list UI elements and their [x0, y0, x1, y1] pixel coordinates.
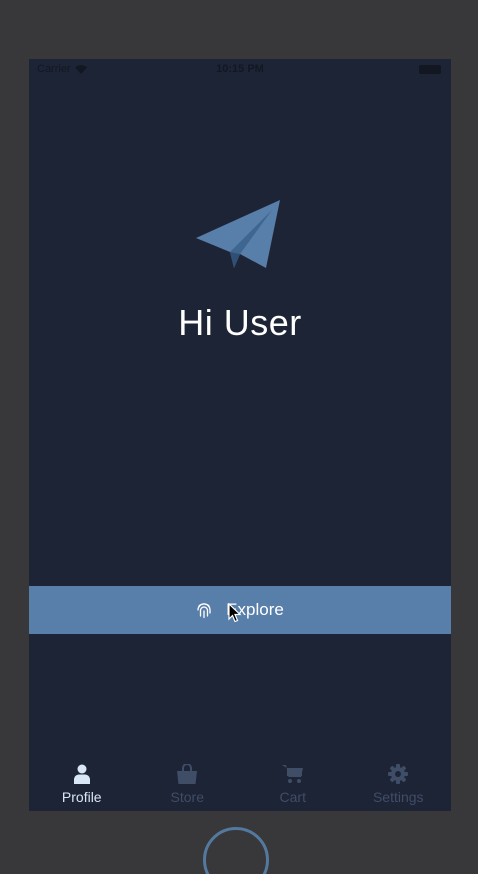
tab-label: Cart	[279, 789, 306, 805]
home-button[interactable]	[203, 827, 269, 874]
person-icon	[73, 764, 90, 784]
paper-plane-icon	[196, 200, 280, 268]
tab-profile[interactable]: Profile	[29, 756, 135, 811]
tab-cart[interactable]: Cart	[240, 756, 346, 811]
battery-icon	[419, 65, 441, 74]
app-screen: Carrier 10:15 PM Hi User Explore Profile…	[29, 59, 451, 811]
gear-icon	[388, 764, 409, 784]
tab-settings[interactable]: Settings	[346, 756, 452, 811]
device-frame: Carrier 10:15 PM Hi User Explore Profile…	[0, 0, 478, 874]
mouse-cursor-icon	[228, 603, 242, 623]
tab-label: Profile	[61, 789, 102, 805]
tab-bar: Profile Store Cart Settings	[29, 756, 451, 811]
shopping-bag-icon	[177, 764, 198, 784]
tab-store[interactable]: Store	[135, 756, 241, 811]
tab-label: Store	[170, 789, 204, 805]
tab-label: Settings	[372, 789, 424, 805]
status-bar: Carrier 10:15 PM	[29, 59, 451, 81]
greeting-title: Hi User	[178, 302, 302, 343]
fingerprint-icon	[197, 602, 211, 618]
cart-icon	[281, 765, 303, 783]
status-time: 10:15 PM	[216, 63, 264, 75]
